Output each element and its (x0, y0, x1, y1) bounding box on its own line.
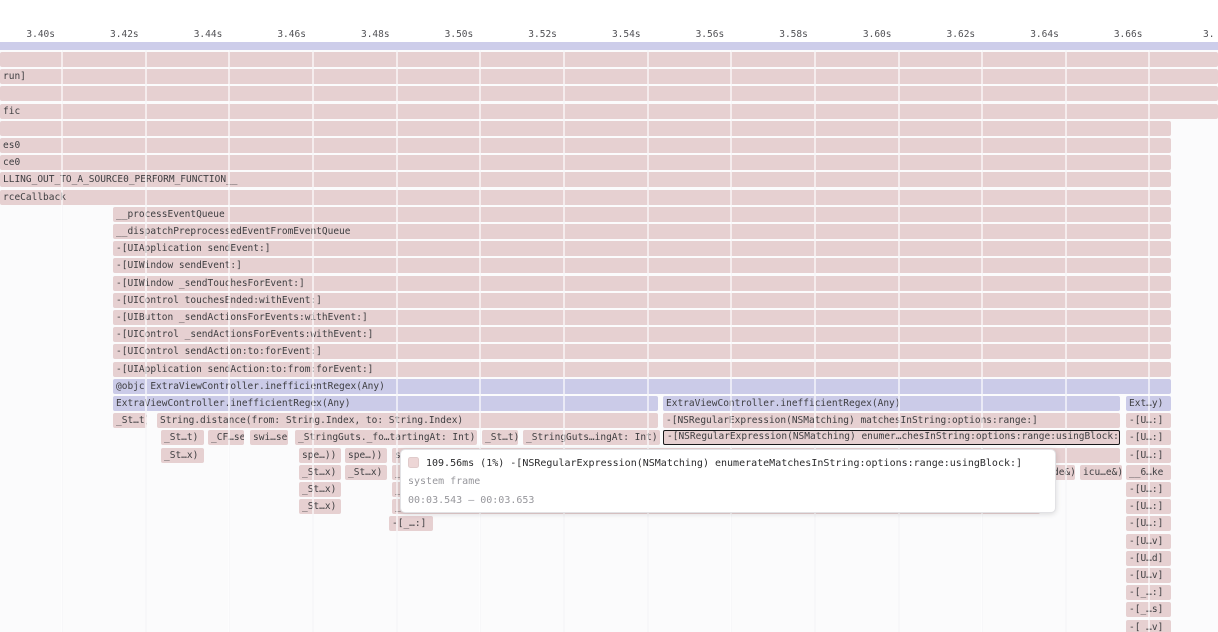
gridline-highlight (1148, 50, 1150, 632)
frame-bar[interactable]: -[UIWindow sendEvent:] (113, 258, 1171, 273)
frame-bar[interactable]: ce0 (0, 155, 1171, 170)
time-tick-label: 3.52s (497, 28, 557, 41)
gridline-highlight (479, 50, 481, 632)
gridline-highlight (563, 50, 565, 632)
time-tick-label: 3.54s (581, 28, 641, 41)
frame-bar-selected[interactable]: -[NSRegularExpression(NSMatching) enumer… (663, 430, 1120, 445)
frame-bar[interactable]: __dispatchPreprocessedEventFromEventQueu… (113, 224, 1171, 239)
gridline-highlight (730, 50, 732, 632)
frame-bar[interactable]: LLING_OUT_TO_A_SOURCE0_PERFORM_FUNCTION_… (0, 172, 1171, 187)
frame-bar[interactable] (0, 52, 1218, 67)
frame-bar[interactable]: @objc ExtraViewController.inefficientReg… (113, 379, 1171, 394)
gridline-highlight (396, 50, 398, 632)
frame-bar[interactable]: String.distance(from: String.Index, to: … (157, 413, 658, 428)
frame-bar[interactable]: -[UIControl _sendActionsForEvents:withEv… (113, 327, 1171, 342)
timeline-header-strip (0, 42, 1218, 50)
frame-bar[interactable]: ExtraViewController.inefficientRegex(Any… (113, 396, 658, 411)
gridline-highlight (647, 50, 649, 632)
gridline-highlight (145, 50, 147, 632)
frame-bar[interactable]: -[UIWindow _sendTouchesForEvent:] (113, 276, 1171, 291)
gridline-highlight (981, 50, 983, 632)
frame-bar[interactable]: -[UIControl touchesEnded:withEvent:] (113, 293, 1171, 308)
frame-bar[interactable]: -[UIControl sendAction:to:forEvent:] (113, 344, 1171, 359)
frame-bar[interactable]: swi…se (250, 430, 288, 445)
frame-bar[interactable]: fic (0, 104, 1218, 119)
time-tick-label: 3.56s (664, 28, 724, 41)
time-tick-label: 3.66s (1082, 28, 1142, 41)
gridline-highlight (898, 50, 900, 632)
tooltip: 109.56ms (1%) -[NSRegularExpression(NSMa… (400, 449, 1056, 513)
time-tick-label-partial: 3. (1203, 28, 1218, 41)
frame-bar[interactable]: spe…)) (345, 448, 387, 463)
frame-bar[interactable]: _St…x) (299, 482, 341, 497)
frame-bar[interactable]: _St…t) (161, 430, 204, 445)
time-tick-label: 3.64s (999, 28, 1059, 41)
frame-bar[interactable]: _CF…se (208, 430, 244, 445)
gridline-highlight (312, 50, 314, 632)
frame-bar[interactable]: -[UIApplication sendAction:to:from:forEv… (113, 362, 1171, 377)
frame-bar[interactable]: _St…x) (345, 465, 387, 480)
frame-bar[interactable]: _StringGuts._fo…tartingAt: Int) (295, 430, 477, 445)
frame-bar[interactable]: _St…x) (299, 499, 341, 514)
time-ruler[interactable]: 3.40s 3.42s 3.44s 3.46s 3.48s 3.50s 3.52s 3.54s… (0, 0, 1218, 42)
time-tick-label: 3.60s (832, 28, 892, 41)
gridline-highlight (228, 50, 230, 632)
tooltip-color-swatch-icon (408, 457, 419, 468)
tooltip-title-line: 109.56ms (1%) -[NSRegularExpression(NSMa… (408, 456, 1051, 472)
time-tick-label: 3.44s (162, 28, 222, 41)
frame-bar[interactable]: run] (0, 69, 1218, 84)
gridline-highlight (1065, 50, 1067, 632)
frame-bar[interactable]: -[UIButton _sendActionsForEvents:withEve… (113, 310, 1171, 325)
profiler-flame-chart: 3.40s 3.42s 3.44s 3.46s 3.48s 3.50s 3.52s 3.54s… (0, 0, 1218, 632)
time-tick-label: 3.40s (0, 28, 55, 41)
frame-bar[interactable] (0, 86, 1218, 101)
frame-bar[interactable]: __processEventQueue (113, 207, 1171, 222)
frame-bar[interactable] (0, 121, 1171, 136)
frame-bar[interactable]: _StringGuts…ingAt: Int) (523, 430, 660, 445)
time-tick-label: 3.62s (915, 28, 975, 41)
time-tick-label: 3.50s (413, 28, 473, 41)
tooltip-subtitle: system frame (408, 475, 480, 488)
gridline-highlight (814, 50, 816, 632)
frame-bar[interactable]: es0 (0, 138, 1171, 153)
time-tick-label: 3.58s (748, 28, 808, 41)
frame-bar[interactable]: _St…t) (113, 413, 147, 428)
frame-bar[interactable]: rceCallback (0, 190, 1171, 205)
tooltip-time-range: 00:03.543 — 00:03.653 (408, 494, 534, 507)
frame-bar[interactable]: icu…e&) (1080, 465, 1122, 480)
gridline-highlight (61, 50, 63, 632)
time-tick-label: 3.46s (246, 28, 306, 41)
frame-bar[interactable]: _St…x) (161, 448, 204, 463)
frame-bar[interactable]: _St…x) (299, 465, 341, 480)
frame-bar[interactable]: _St…t) (482, 430, 518, 445)
time-tick-label: 3.42s (79, 28, 139, 41)
tooltip-title: 109.56ms (1%) -[NSRegularExpression(NSMa… (426, 458, 1022, 469)
frame-bar[interactable]: -[UIApplication sendEvent:] (113, 241, 1171, 256)
frame-bar[interactable]: spe…)) (299, 448, 341, 463)
time-tick-label: 3.48s (330, 28, 390, 41)
